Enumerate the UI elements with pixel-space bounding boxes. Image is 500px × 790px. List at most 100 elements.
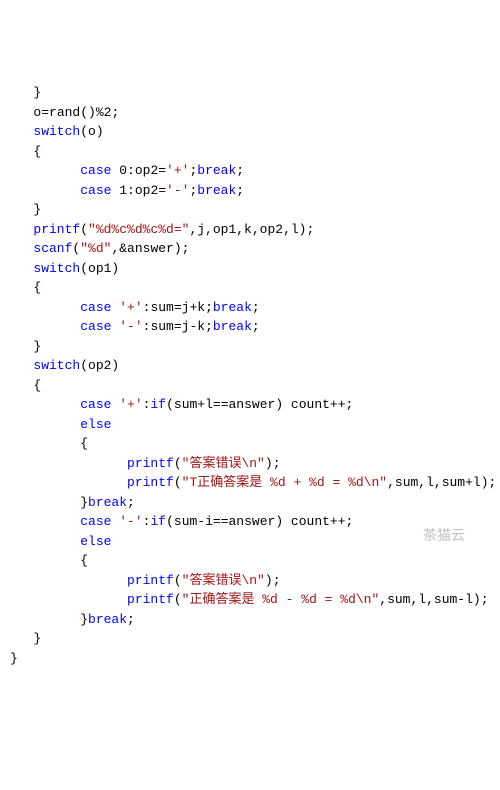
code-token: ; bbox=[127, 612, 135, 627]
code-token: case bbox=[80, 319, 111, 334]
code-token: "%d%c%d%c%d=" bbox=[88, 222, 189, 237]
code-block: } o=rand()%2; switch(o) { case 0:op2='+'… bbox=[10, 83, 490, 668]
code-token: printf bbox=[127, 592, 174, 607]
code-token: :sum=j+k; bbox=[143, 300, 213, 315]
code-token: (o) bbox=[80, 124, 103, 139]
code-token: } bbox=[80, 612, 88, 627]
code-line: { bbox=[10, 434, 490, 454]
code-line: case '+':if(sum+l==answer) count++; bbox=[10, 395, 490, 415]
code-token: switch bbox=[33, 124, 80, 139]
code-token: switch bbox=[33, 358, 80, 373]
code-token: } bbox=[33, 202, 41, 217]
code-token: ; bbox=[236, 183, 244, 198]
code-line: o=rand()%2; bbox=[10, 103, 490, 123]
code-token: case bbox=[80, 514, 111, 529]
code-token: "T正确答案是 %d + %d = %d\n" bbox=[182, 475, 387, 490]
code-line: printf("答案错误\n"); bbox=[10, 454, 490, 474]
code-token: else bbox=[80, 417, 111, 432]
code-token: ( bbox=[166, 514, 174, 529]
code-line: printf("T正确答案是 %d + %d = %d\n",sum,l,sum… bbox=[10, 473, 490, 493]
code-token: ) bbox=[265, 456, 273, 471]
code-token: scanf bbox=[33, 241, 72, 256]
code-line: case '-':if(sum-i==answer) count++; bbox=[10, 512, 490, 532]
code-token: case bbox=[80, 163, 111, 178]
code-token: ; bbox=[127, 495, 135, 510]
code-token: break bbox=[197, 183, 236, 198]
code-token: case bbox=[80, 183, 111, 198]
watermark-text: 茶猫云 bbox=[423, 525, 465, 546]
code-token: o= bbox=[33, 105, 49, 120]
code-token: %2; bbox=[96, 105, 119, 120]
code-token: { bbox=[33, 144, 41, 159]
code-token: (op1) bbox=[80, 261, 119, 276]
code-token: } bbox=[33, 85, 41, 100]
code-token: 1:op2= bbox=[111, 183, 166, 198]
code-token: count++; bbox=[283, 514, 353, 529]
code-token: "%d" bbox=[80, 241, 111, 256]
code-token: :sum=j-k; bbox=[143, 319, 213, 334]
code-token: printf bbox=[127, 456, 174, 471]
code-token: } bbox=[10, 651, 18, 666]
code-token: ; bbox=[236, 163, 244, 178]
code-token: ( bbox=[80, 222, 88, 237]
code-line: } bbox=[10, 83, 490, 103]
code-line: scanf("%d",&answer); bbox=[10, 239, 490, 259]
code-token: rand bbox=[49, 105, 80, 120]
code-token: else bbox=[80, 534, 111, 549]
code-token: '+' bbox=[166, 163, 189, 178]
code-line: } bbox=[10, 649, 490, 669]
code-token: () bbox=[80, 105, 96, 120]
code-token: ,sum,l,sum+l); bbox=[387, 475, 496, 490]
code-token: if bbox=[150, 397, 166, 412]
code-token: '+' bbox=[119, 397, 142, 412]
code-token: ( bbox=[174, 456, 182, 471]
code-token: break bbox=[213, 319, 252, 334]
code-token: ; bbox=[252, 300, 260, 315]
code-token: break bbox=[197, 163, 236, 178]
code-token: ) bbox=[275, 397, 283, 412]
code-token: sum-i==answer bbox=[174, 514, 275, 529]
code-token: } bbox=[33, 339, 41, 354]
code-token: ( bbox=[174, 573, 182, 588]
code-token: } bbox=[80, 495, 88, 510]
code-token: count++; bbox=[283, 397, 353, 412]
code-line: case 0:op2='+';break; bbox=[10, 161, 490, 181]
code-token: ; bbox=[252, 319, 260, 334]
code-token: "答案错误\n" bbox=[182, 573, 265, 588]
code-token: break bbox=[88, 612, 127, 627]
code-line: } bbox=[10, 337, 490, 357]
code-token: 0:op2= bbox=[111, 163, 166, 178]
code-token: ,sum,l,sum-l); bbox=[379, 592, 488, 607]
code-line: switch(o) bbox=[10, 122, 490, 142]
code-line: switch(op2) bbox=[10, 356, 490, 376]
code-token: "正确答案是 %d - %d = %d\n" bbox=[182, 592, 380, 607]
code-token: ( bbox=[166, 397, 174, 412]
code-token: "答案错误\n" bbox=[182, 456, 265, 471]
code-line: printf("正确答案是 %d - %d = %d\n",sum,l,sum-… bbox=[10, 590, 490, 610]
code-line: case '+':sum=j+k;break; bbox=[10, 298, 490, 318]
code-token: if bbox=[150, 514, 166, 529]
code-token: switch bbox=[33, 261, 80, 276]
code-line: else bbox=[10, 415, 490, 435]
code-line: }break; bbox=[10, 493, 490, 513]
code-line: } bbox=[10, 629, 490, 649]
code-token: ; bbox=[273, 456, 281, 471]
code-token: '-' bbox=[119, 514, 142, 529]
code-token: case bbox=[80, 300, 111, 315]
code-line: case '-':sum=j-k;break; bbox=[10, 317, 490, 337]
code-line: case 1:op2='-';break; bbox=[10, 181, 490, 201]
code-token: ) bbox=[265, 573, 273, 588]
code-line: { bbox=[10, 142, 490, 162]
code-token: case bbox=[80, 397, 111, 412]
code-token: sum+l==answer bbox=[174, 397, 275, 412]
code-line: { bbox=[10, 376, 490, 396]
code-token: ,j,op1,k,op2,l); bbox=[189, 222, 314, 237]
code-token: ( bbox=[174, 592, 182, 607]
code-line: printf("%d%c%d%c%d=",j,op1,k,op2,l); bbox=[10, 220, 490, 240]
code-token: ) bbox=[275, 514, 283, 529]
code-token: (op2) bbox=[80, 358, 119, 373]
code-token: '+' bbox=[119, 300, 142, 315]
code-token: printf bbox=[127, 475, 174, 490]
code-line: } bbox=[10, 200, 490, 220]
code-token: break bbox=[213, 300, 252, 315]
